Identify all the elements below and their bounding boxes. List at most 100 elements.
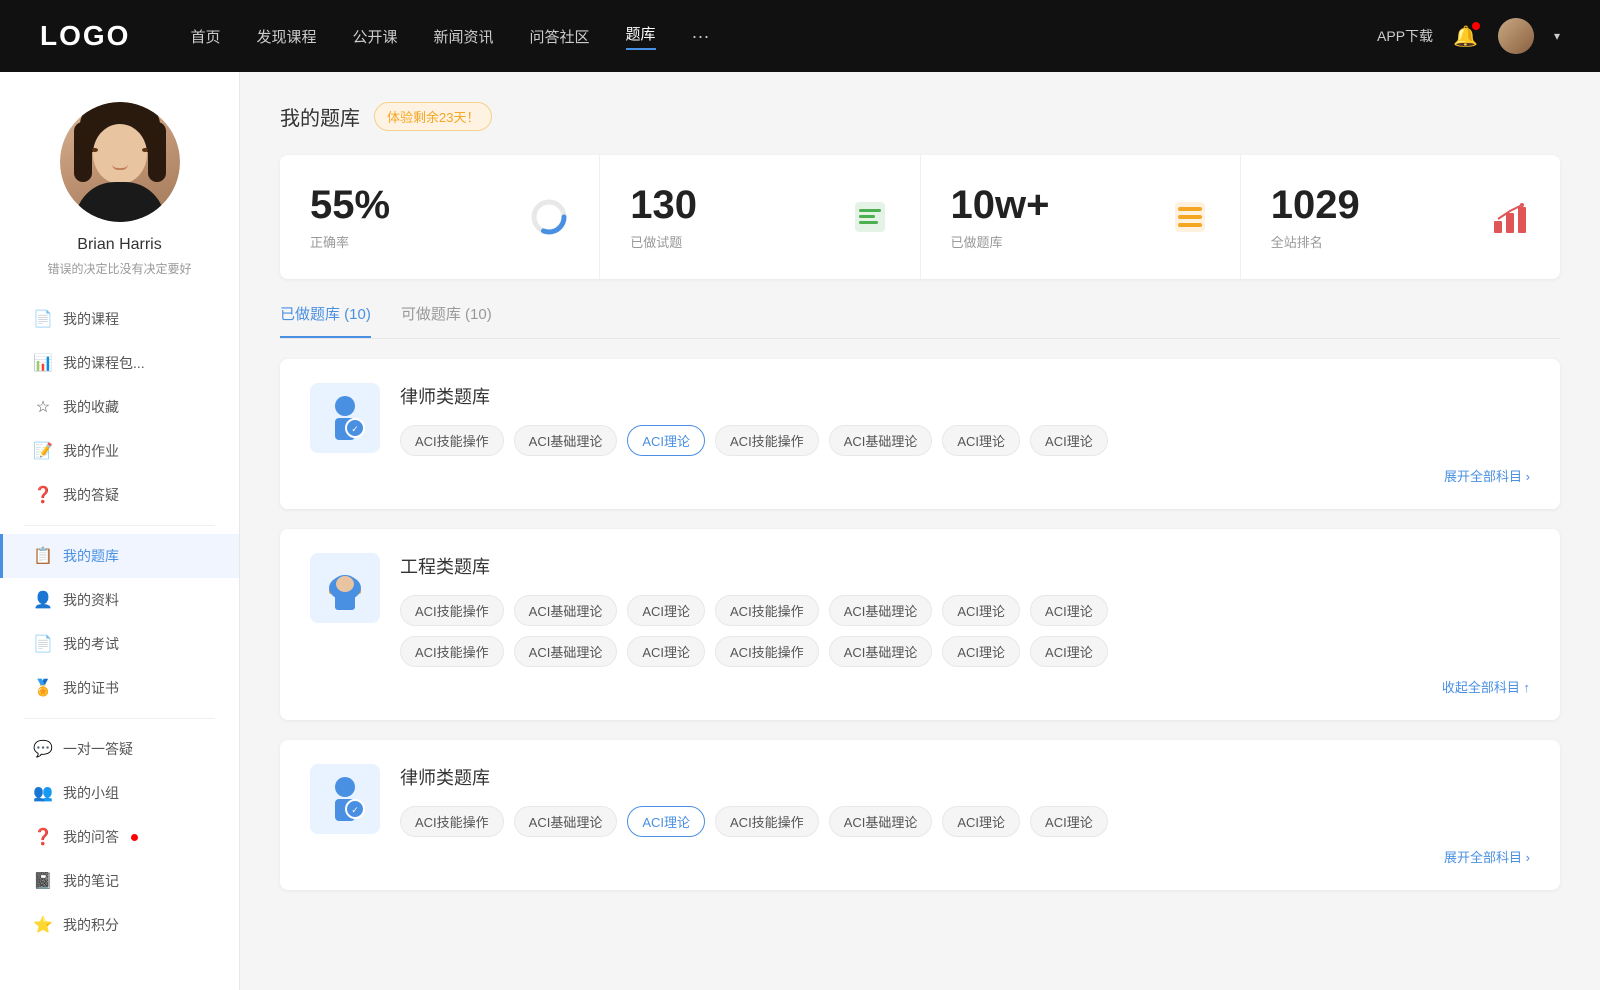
stat-done-questions-icon [850, 197, 890, 237]
sidebar-label-certificate: 我的证书 [63, 678, 119, 698]
tag-eng-2-2[interactable]: ACI理论 [627, 636, 705, 667]
tag-lawyer-2-2[interactable]: ACI理论 [627, 806, 705, 837]
exam-icon: 📄 [33, 634, 53, 654]
sidebar-label-qa: 我的答疑 [63, 485, 119, 505]
tag-eng-2-0[interactable]: ACI技能操作 [400, 636, 504, 667]
qbank-body-engineer: 工程类题库 ACI技能操作 ACI基础理论 ACI理论 ACI技能操作 ACI基… [400, 553, 1530, 696]
sidebar-item-profile[interactable]: 👤 我的资料 [0, 578, 239, 622]
sidebar-label-exam: 我的考试 [63, 634, 119, 654]
user-menu-arrow[interactable]: ▾ [1554, 29, 1560, 43]
tab-done-banks[interactable]: 已做题库 (10) [280, 303, 371, 338]
tag-lawyer-2-3[interactable]: ACI技能操作 [715, 806, 819, 837]
stat-done-banks-icon [1170, 197, 1210, 237]
nav-news[interactable]: 新闻资讯 [434, 26, 494, 47]
nav-discover[interactable]: 发现课程 [256, 26, 316, 47]
stat-ranking-left: 1029 全站排名 [1271, 183, 1360, 251]
tag-lawyer-1-3[interactable]: ACI技能操作 [715, 425, 819, 456]
sidebar-item-groups[interactable]: 👥 我的小组 [0, 771, 239, 815]
sidebar-item-favorites[interactable]: ☆ 我的收藏 [0, 385, 239, 429]
stat-ranking: 1029 全站排名 [1241, 155, 1560, 279]
tabs: 已做题库 (10) 可做题库 (10) [280, 303, 1560, 339]
sidebar-item-qa[interactable]: ❓ 我的答疑 [0, 473, 239, 517]
tag-eng-1-6[interactable]: ACI理论 [1030, 595, 1108, 626]
sidebar-label-homework: 我的作业 [63, 441, 119, 461]
tag-lawyer-1-0[interactable]: ACI技能操作 [400, 425, 504, 456]
homework-icon: 📝 [33, 441, 53, 461]
tag-eng-1-2[interactable]: ACI理论 [627, 595, 705, 626]
expand-link-lawyer-1[interactable]: 展开全部科目 › [400, 466, 1530, 485]
tags-row-lawyer-2: ACI技能操作 ACI基础理论 ACI理论 ACI技能操作 ACI基础理论 AC… [400, 806, 1530, 837]
sidebar-item-course-package[interactable]: 📊 我的课程包... [0, 341, 239, 385]
stat-done-banks: 10w+ 已做题库 [921, 155, 1241, 279]
tag-eng-1-0[interactable]: ACI技能操作 [400, 595, 504, 626]
tag-eng-1-3[interactable]: ACI技能操作 [715, 595, 819, 626]
svg-text:✓: ✓ [351, 805, 359, 815]
tag-lawyer-2-4[interactable]: ACI基础理论 [829, 806, 933, 837]
stat-accuracy: 55% 正确率 [280, 155, 600, 279]
sidebar-item-my-qa[interactable]: ❓ 我的问答 [0, 815, 239, 859]
nav-open[interactable]: 公开课 [352, 26, 397, 47]
tag-eng-2-4[interactable]: ACI基础理论 [829, 636, 933, 667]
course-package-icon: 📊 [33, 353, 53, 373]
sidebar-item-notes[interactable]: 📓 我的笔记 [0, 859, 239, 903]
tag-lawyer-2-0[interactable]: ACI技能操作 [400, 806, 504, 837]
main-layout: Brian Harris 错误的决定比没有决定要好 📄 我的课程 📊 我的课程包… [0, 72, 1600, 990]
sidebar-item-1on1[interactable]: 💬 一对一答疑 [0, 727, 239, 771]
tags-row-engineer-2: ACI技能操作 ACI基础理论 ACI理论 ACI技能操作 ACI基础理论 AC… [400, 636, 1530, 667]
tag-eng-1-5[interactable]: ACI理论 [942, 595, 1020, 626]
sidebar-menu: 📄 我的课程 📊 我的课程包... ☆ 我的收藏 📝 我的作业 ❓ 我的答疑 � [0, 297, 239, 947]
tag-lawyer-1-4[interactable]: ACI基础理论 [829, 425, 933, 456]
tag-lawyer-2-1[interactable]: ACI基础理论 [514, 806, 618, 837]
sidebar-item-certificate[interactable]: 🏅 我的证书 [0, 666, 239, 710]
collapse-link-engineer[interactable]: 收起全部科目 ↑ [400, 677, 1530, 696]
groups-icon: 👥 [33, 783, 53, 803]
tag-lawyer-2-6[interactable]: ACI理论 [1030, 806, 1108, 837]
tab-available-banks[interactable]: 可做题库 (10) [401, 303, 492, 338]
tag-eng-2-1[interactable]: ACI基础理论 [514, 636, 618, 667]
tag-lawyer-1-6[interactable]: ACI理论 [1030, 425, 1108, 456]
qbank-body-lawyer-2: 律师类题库 ACI技能操作 ACI基础理论 ACI理论 ACI技能操作 ACI基… [400, 764, 1530, 866]
tag-eng-2-5[interactable]: ACI理论 [942, 636, 1020, 667]
sidebar-item-points[interactable]: ⭐ 我的积分 [0, 903, 239, 947]
qbank-icon-engineer [310, 553, 380, 623]
sidebar-item-question-bank[interactable]: 📋 我的题库 [0, 534, 239, 578]
nav-qa[interactable]: 问答社区 [530, 26, 590, 47]
nav-home[interactable]: 首页 [190, 26, 220, 47]
tag-lawyer-1-2[interactable]: ACI理论 [627, 425, 705, 456]
tag-eng-2-6[interactable]: ACI理论 [1030, 636, 1108, 667]
qbank-card-engineer-header: 工程类题库 ACI技能操作 ACI基础理论 ACI理论 ACI技能操作 ACI基… [310, 553, 1530, 696]
nav-question-bank[interactable]: 题库 [626, 23, 656, 50]
qbank-icon-lawyer-2: ✓ [310, 764, 380, 834]
qbank-card-lawyer-2-header: ✓ 律师类题库 ACI技能操作 ACI基础理论 ACI理论 ACI技能操作 AC… [310, 764, 1530, 866]
user-motto: 错误的决定比没有决定要好 [47, 260, 191, 277]
stat-ranking-value: 1029 [1271, 183, 1360, 228]
nav-more[interactable]: ··· [692, 26, 710, 47]
sidebar-item-homework[interactable]: 📝 我的作业 [0, 429, 239, 473]
sidebar-item-my-courses[interactable]: 📄 我的课程 [0, 297, 239, 341]
tag-eng-1-4[interactable]: ACI基础理论 [829, 595, 933, 626]
tag-lawyer-1-5[interactable]: ACI理论 [942, 425, 1020, 456]
expand-link-lawyer-2[interactable]: 展开全部科目 › [400, 847, 1530, 866]
user-name: Brian Harris [77, 236, 161, 254]
notes-icon: 📓 [33, 871, 53, 891]
stat-done-banks-label: 已做题库 [951, 232, 1050, 251]
qbank-icon-lawyer-1: ✓ [310, 383, 380, 453]
user-avatar-nav[interactable] [1498, 18, 1534, 54]
stat-done-banks-value: 10w+ [951, 183, 1050, 228]
tag-lawyer-2-5[interactable]: ACI理论 [942, 806, 1020, 837]
tag-eng-1-1[interactable]: ACI基础理论 [514, 595, 618, 626]
notification-bell[interactable]: 🔔 [1453, 24, 1478, 49]
stat-accuracy-icon [529, 197, 569, 237]
sidebar-item-exam[interactable]: 📄 我的考试 [0, 622, 239, 666]
profile-icon: 👤 [33, 590, 53, 610]
sidebar-label-1on1: 一对一答疑 [63, 739, 133, 759]
tag-eng-2-3[interactable]: ACI技能操作 [715, 636, 819, 667]
navbar: LOGO 首页 发现课程 公开课 新闻资讯 问答社区 题库 ··· APP下载 … [0, 0, 1600, 72]
qbank-title-lawyer-2: 律师类题库 [400, 764, 1530, 790]
stat-done-banks-left: 10w+ 已做题库 [951, 183, 1050, 251]
app-download-button[interactable]: APP下载 [1377, 26, 1433, 46]
stat-done-questions-value: 130 [630, 183, 697, 228]
tag-lawyer-1-1[interactable]: ACI基础理论 [514, 425, 618, 456]
my-qa-icon: ❓ [33, 827, 53, 847]
main-content: 我的题库 体验剩余23天！ 55% 正确率 1 [240, 72, 1600, 990]
